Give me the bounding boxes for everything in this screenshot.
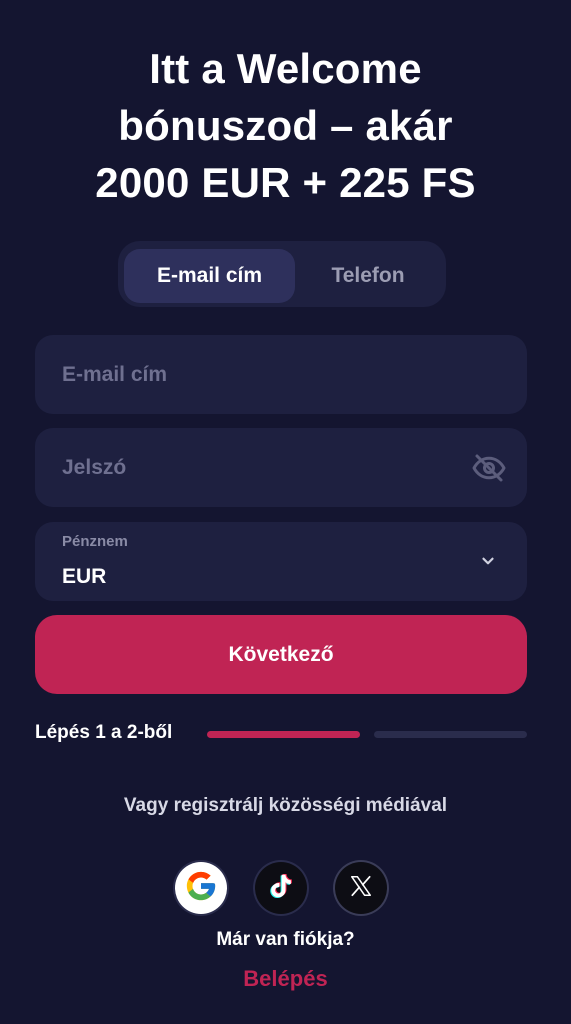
next-button[interactable]: Következő: [35, 615, 527, 694]
step-progress-bar: [207, 731, 527, 738]
progress-segment-complete: [207, 731, 360, 738]
currency-value: EUR: [62, 565, 107, 588]
step-indicator-text: Lépés 1 a 2-ből: [35, 722, 173, 743]
progress-segment-pending: [374, 731, 527, 738]
password-input[interactable]: [35, 428, 527, 507]
title-line: Itt a Welcome: [149, 45, 422, 92]
x-signup-button[interactable]: [335, 862, 387, 914]
password-field-container: [35, 428, 527, 507]
title-line: bónuszod – akár: [118, 102, 453, 149]
tiktok-icon: [266, 871, 296, 906]
have-account-text: Már van fiókja?: [216, 929, 355, 950]
page-title: Itt a Welcome bónuszod – akár 2000 EUR +…: [0, 40, 571, 211]
eye-off-icon[interactable]: [471, 450, 507, 486]
signup-method-tabs: E-mail cím Telefon: [118, 241, 446, 307]
email-input[interactable]: [35, 335, 527, 414]
x-icon: [348, 873, 374, 904]
chevron-down-icon: [479, 552, 497, 570]
email-field-container: [35, 335, 527, 414]
social-signup-text: Vagy regisztrálj közösségi médiával: [123, 795, 448, 816]
tab-email[interactable]: E-mail cím: [124, 249, 295, 303]
tiktok-signup-button[interactable]: [255, 862, 307, 914]
tab-phone[interactable]: Telefon: [295, 249, 441, 303]
google-signup-button[interactable]: [175, 862, 227, 914]
login-link[interactable]: Belépés: [0, 966, 571, 992]
currency-label: Pénznem: [62, 533, 128, 550]
title-line: 2000 EUR + 225 FS: [95, 159, 476, 206]
google-icon: [184, 869, 218, 908]
currency-select[interactable]: Pénznem EUR: [35, 522, 527, 601]
